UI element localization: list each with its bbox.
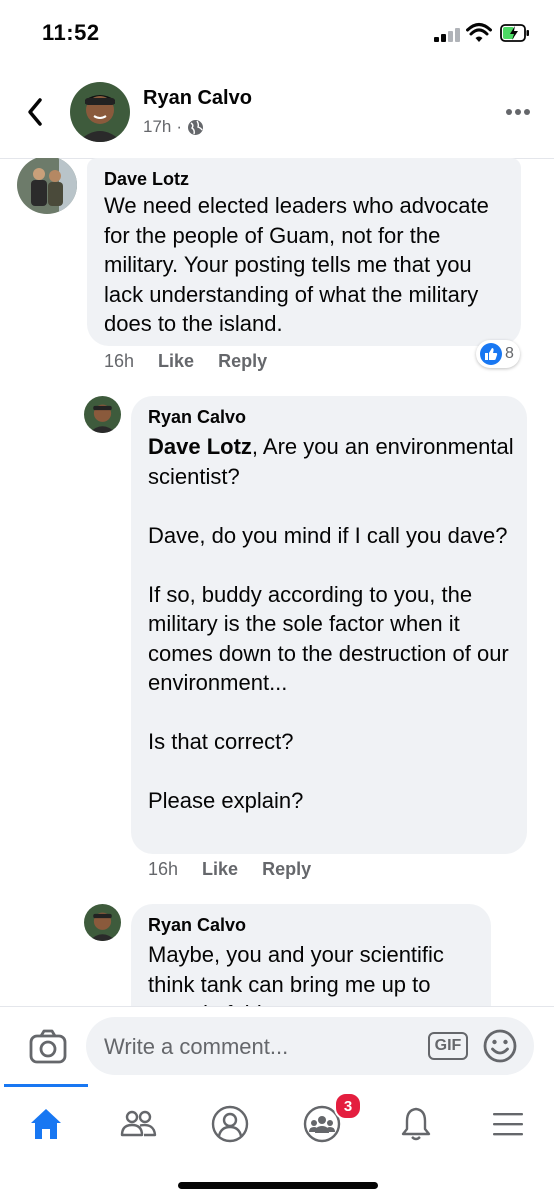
comment-input[interactable]: Write a comment... GIF — [86, 1017, 534, 1075]
reaction-summary[interactable]: 8 — [476, 340, 520, 368]
post-timestamp: 17h · — [143, 117, 204, 137]
comment-time: 16h — [148, 859, 179, 879]
camera-icon[interactable] — [28, 1027, 68, 1067]
menu-icon[interactable] — [478, 1094, 538, 1154]
notifications-icon[interactable] — [386, 1094, 446, 1154]
like-button[interactable]: Like — [202, 859, 238, 880]
avatar[interactable] — [84, 904, 121, 941]
like-button[interactable]: Like — [158, 351, 194, 372]
notification-badge: 3 — [334, 1092, 362, 1120]
comment-composer: Write a comment... GIF — [0, 1006, 554, 1087]
wifi-icon — [466, 23, 492, 42]
active-tab-indicator — [4, 1084, 88, 1087]
comment-placeholder: Write a comment... — [104, 1034, 289, 1059]
comment-actions: 16h Like Reply — [148, 859, 311, 880]
comment-text: We need elected leaders who advocate for… — [104, 193, 495, 336]
home-icon[interactable] — [16, 1094, 76, 1154]
more-horizontal-icon[interactable] — [504, 102, 532, 122]
comment-bubble: Ryan Calvo Maybe, you and your scientifi… — [131, 904, 491, 1006]
globe-icon — [188, 119, 204, 135]
comment-author[interactable]: Ryan Calvo — [148, 407, 246, 428]
comment-author[interactable]: Ryan Calvo — [148, 915, 246, 936]
gif-button[interactable]: GIF — [428, 1032, 468, 1060]
reaction-count: 8 — [505, 345, 514, 362]
post-time: 17h — [143, 117, 172, 136]
mention-link[interactable]: Dave Lotz — [148, 434, 252, 459]
reply-button[interactable]: Reply — [262, 859, 311, 880]
reply-button[interactable]: Reply — [218, 351, 267, 372]
thumbs-up-icon — [480, 343, 502, 365]
comment-actions: 16h Like Reply — [104, 351, 267, 372]
comment-thread: Dave Lotz We need elected leaders who ad… — [0, 158, 554, 1006]
profile-icon[interactable] — [200, 1094, 260, 1154]
friends-icon[interactable] — [108, 1094, 168, 1154]
comment-text: Dave Lotz, Are you an environmental scie… — [148, 432, 518, 816]
avatar[interactable] — [84, 396, 121, 433]
battery-charging-icon — [500, 24, 529, 42]
post-author-name[interactable]: Ryan Calvo — [143, 87, 252, 110]
comment-author[interactable]: Dave Lotz — [104, 169, 189, 190]
cellular-signal-icon — [434, 26, 462, 42]
avatar[interactable] — [17, 158, 77, 214]
status-bar: 11:52 — [0, 0, 554, 66]
comment-text: Maybe, you and your scientific think tan… — [148, 942, 444, 1006]
separator: · — [176, 117, 183, 136]
chevron-left-icon[interactable] — [22, 94, 50, 130]
comment-body: , Are you an environmental scientist? Da… — [148, 434, 514, 813]
comment-bubble: Dave Lotz We need elected leaders who ad… — [87, 158, 521, 346]
home-indicator[interactable] — [178, 1182, 378, 1189]
emoji-icon[interactable] — [482, 1028, 518, 1064]
avatar[interactable] — [70, 82, 130, 142]
comment-bubble: Ryan Calvo Dave Lotz, Are you an environ… — [131, 396, 527, 854]
post-header: Ryan Calvo 17h · — [0, 66, 554, 159]
comment-time: 16h — [104, 351, 135, 371]
status-time: 11:52 — [42, 20, 100, 45]
